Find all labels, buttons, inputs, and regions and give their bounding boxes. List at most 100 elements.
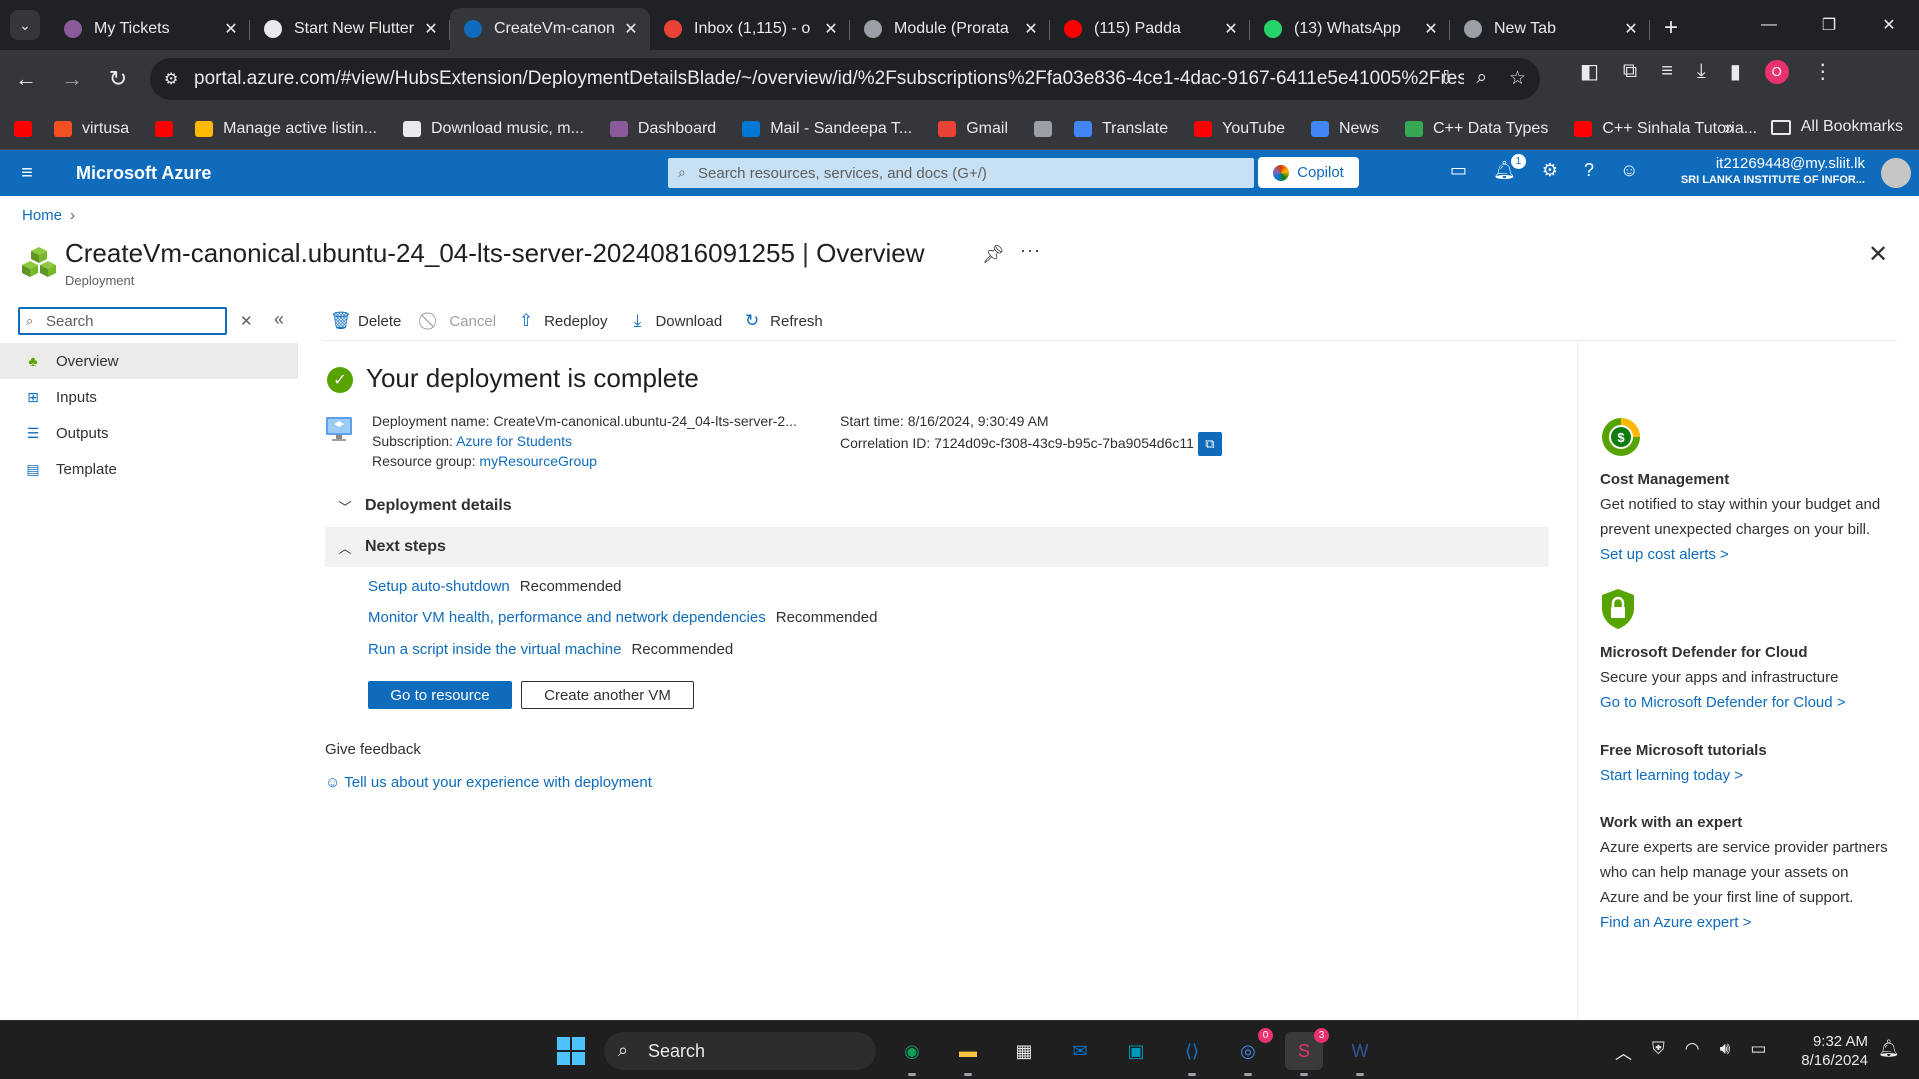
bookmarks-overflow-icon[interactable]: » [1724, 118, 1734, 139]
find-azure-expert-link[interactable]: Find an Azure expert > [1600, 910, 1890, 935]
remote-desktop-icon[interactable]: ▣ [1117, 1032, 1155, 1070]
portal-menu-icon[interactable]: ≡ [0, 162, 54, 185]
pin-icon[interactable]: 📌︎ [982, 244, 1005, 265]
taskbar-clock[interactable]: 9:32 AM 8/16/2024 [1790, 1032, 1868, 1070]
restore-button[interactable]: ❐ [1799, 0, 1859, 50]
word-icon[interactable]: W [1341, 1032, 1379, 1076]
help-icon[interactable]: ? [1584, 160, 1594, 181]
collapse-menu-icon[interactable]: « [274, 309, 284, 330]
notifications-icon[interactable]: 🔔︎ 1 [1493, 154, 1526, 181]
tab-close-icon[interactable]: ✕ [1622, 19, 1640, 39]
bookmark-item[interactable]: Translate [1074, 120, 1168, 138]
breadcrumb-home[interactable]: Home [22, 207, 62, 224]
tab-search-button[interactable]: ⌄ [10, 10, 40, 40]
wifi-icon[interactable]: ◠ [1685, 1039, 1700, 1064]
settings-gear-icon[interactable]: ⚙ [1542, 160, 1558, 181]
delete-button[interactable]: 🗑︎ Delete [330, 311, 401, 331]
bookmark-item[interactable]: Manage active listin... [195, 120, 377, 138]
browser-tab[interactable]: CreateVm-canon ✕ [450, 8, 650, 50]
browser-tab[interactable]: (13) WhatsApp ✕ [1250, 8, 1450, 50]
zoom-icon[interactable]: ⌕ [1476, 67, 1487, 90]
minimize-button[interactable]: — [1739, 0, 1799, 50]
bookmark-item[interactable] [14, 120, 32, 137]
bookmark-item[interactable]: virtusa [54, 120, 129, 138]
all-bookmarks-button[interactable]: All Bookmarks [1770, 118, 1903, 136]
file-explorer-icon[interactable]: ▬ [949, 1032, 987, 1076]
bookmark-item[interactable]: C++ Data Types [1405, 120, 1548, 138]
install-app-icon[interactable]: ⇩ [1438, 67, 1454, 90]
sidebar-item-overview[interactable]: ♣ Overview [0, 343, 298, 379]
browser-tab[interactable]: New Tab ✕ [1450, 8, 1650, 50]
chevron-up-icon[interactable]: ︿ [1615, 1039, 1632, 1064]
bookmark-item[interactable] [155, 120, 174, 137]
cancel-button[interactable]: ⃠ Cancel [421, 311, 496, 331]
extensions-puzzle-icon[interactable]: ⧉ [1623, 60, 1637, 83]
profile-avatar[interactable]: O [1764, 59, 1789, 84]
tab-close-icon[interactable]: ✕ [422, 19, 440, 39]
cloud-shell-icon[interactable]: ▭ [1450, 160, 1467, 181]
bookmark-item[interactable]: News [1310, 120, 1379, 138]
site-info-icon[interactable]: ⚙ [164, 69, 178, 89]
bookmark-item[interactable]: Gmail [938, 120, 1008, 138]
copilot-button[interactable]: Copilot [1258, 157, 1359, 188]
tab-close-icon[interactable]: ✕ [222, 19, 240, 39]
close-window-button[interactable]: ✕ [1859, 0, 1919, 50]
skype-icon[interactable]: S3 [1285, 1028, 1329, 1076]
taskbar-search[interactable]: ⌕ Search [604, 1032, 876, 1070]
side-panel-icon[interactable]: ▮ [1730, 59, 1741, 84]
tab-close-icon[interactable]: ✕ [622, 19, 640, 39]
sidebar-item-template[interactable]: ▤ Template [0, 451, 298, 487]
create-another-vm-button[interactable]: Create another VM [521, 681, 694, 709]
more-options-icon[interactable]: ··· [1020, 240, 1041, 261]
azure-brand[interactable]: Microsoft Azure [76, 163, 211, 184]
start-learning-link[interactable]: Start learning today > [1600, 763, 1890, 788]
bookmark-item[interactable] [1034, 120, 1052, 137]
refresh-button[interactable]: ↻ Refresh [742, 311, 823, 331]
downloads-icon[interactable]: ⤓ [1697, 60, 1706, 83]
global-search-input[interactable]: ⌕ Search resources, services, and docs (… [668, 158, 1254, 188]
edge-icon[interactable]: ◉ [893, 1032, 931, 1076]
copy-icon[interactable]: ⧉ [1197, 432, 1222, 457]
sidebar-item-outputs[interactable]: ☰ Outputs [0, 415, 298, 451]
chrome-icon[interactable]: ◎ 0 [1229, 1028, 1273, 1076]
close-blade-icon[interactable]: ✕ [1868, 240, 1888, 269]
subscription-link[interactable]: Azure for Students [456, 433, 572, 449]
browser-menu-icon[interactable]: ⋮ [1813, 59, 1833, 84]
store-icon[interactable]: ▦ [1005, 1032, 1043, 1070]
resource-group-link[interactable]: myResourceGroup [479, 453, 597, 469]
battery-icon[interactable]: ▭ [1750, 1039, 1766, 1064]
url-bar[interactable]: ⚙ portal.azure.com/#view/HubsExtension/D… [150, 58, 1540, 100]
reload-button[interactable]: ↻ [98, 59, 138, 99]
redeploy-button[interactable]: ⇧ Redeploy [516, 311, 608, 331]
forward-button[interactable]: → [52, 59, 92, 99]
new-tab-button[interactable]: + [1664, 14, 1678, 42]
monitor-vm-health-link[interactable]: Monitor VM health, performance and netwo… [368, 609, 766, 626]
browser-tab[interactable]: Inbox (1,115) - o ✕ [650, 8, 850, 50]
security-shield-icon[interactable]: ⛨ [1652, 1039, 1665, 1064]
go-to-resource-button[interactable]: Go to resource [368, 681, 512, 709]
notification-bell-icon[interactable]: 🔔︎ [1878, 1039, 1900, 1059]
feedback-icon[interactable]: ☺ [1620, 160, 1638, 181]
mail-icon[interactable]: ✉ [1061, 1032, 1099, 1070]
download-button[interactable]: ⤓ Download [627, 311, 722, 331]
tab-close-icon[interactable]: ✕ [1022, 19, 1040, 39]
tab-close-icon[interactable]: ✕ [822, 19, 840, 39]
volume-icon[interactable]: 🔊︎ [1720, 1039, 1731, 1064]
feedback-link[interactable]: ☺ Tell us about your experience with dep… [325, 774, 652, 791]
side-menu-search-input[interactable]: ⌕ Search [18, 307, 227, 335]
tab-close-icon[interactable]: ✕ [1222, 19, 1240, 39]
account-info[interactable]: it21269448@my.sliit.lk SRI LANKA INSTITU… [1681, 156, 1865, 188]
extension-icon[interactable]: ◧ [1580, 59, 1599, 84]
run-script-link[interactable]: Run a script inside the virtual machine [368, 641, 621, 658]
bookmark-item[interactable]: Download music, m... [402, 120, 584, 138]
avatar[interactable] [1881, 158, 1911, 188]
bookmark-item[interactable]: Mail - Sandeepa T... [742, 120, 912, 138]
browser-tab[interactable]: Start New Flutter ✕ [250, 8, 450, 50]
reading-list-icon[interactable]: ≡ [1661, 60, 1673, 83]
browser-tab[interactable]: (115) Padda ✕ [1050, 8, 1250, 50]
next-steps-toggle[interactable]: ︿ Next steps [325, 527, 1549, 567]
tab-close-icon[interactable]: ✕ [1422, 19, 1440, 39]
go-to-defender-link[interactable]: Go to Microsoft Defender for Cloud > [1600, 690, 1890, 715]
setup-auto-shutdown-link[interactable]: Setup auto-shutdown [368, 578, 510, 595]
deployment-details-toggle[interactable]: ﹀ Deployment details [325, 486, 1549, 526]
